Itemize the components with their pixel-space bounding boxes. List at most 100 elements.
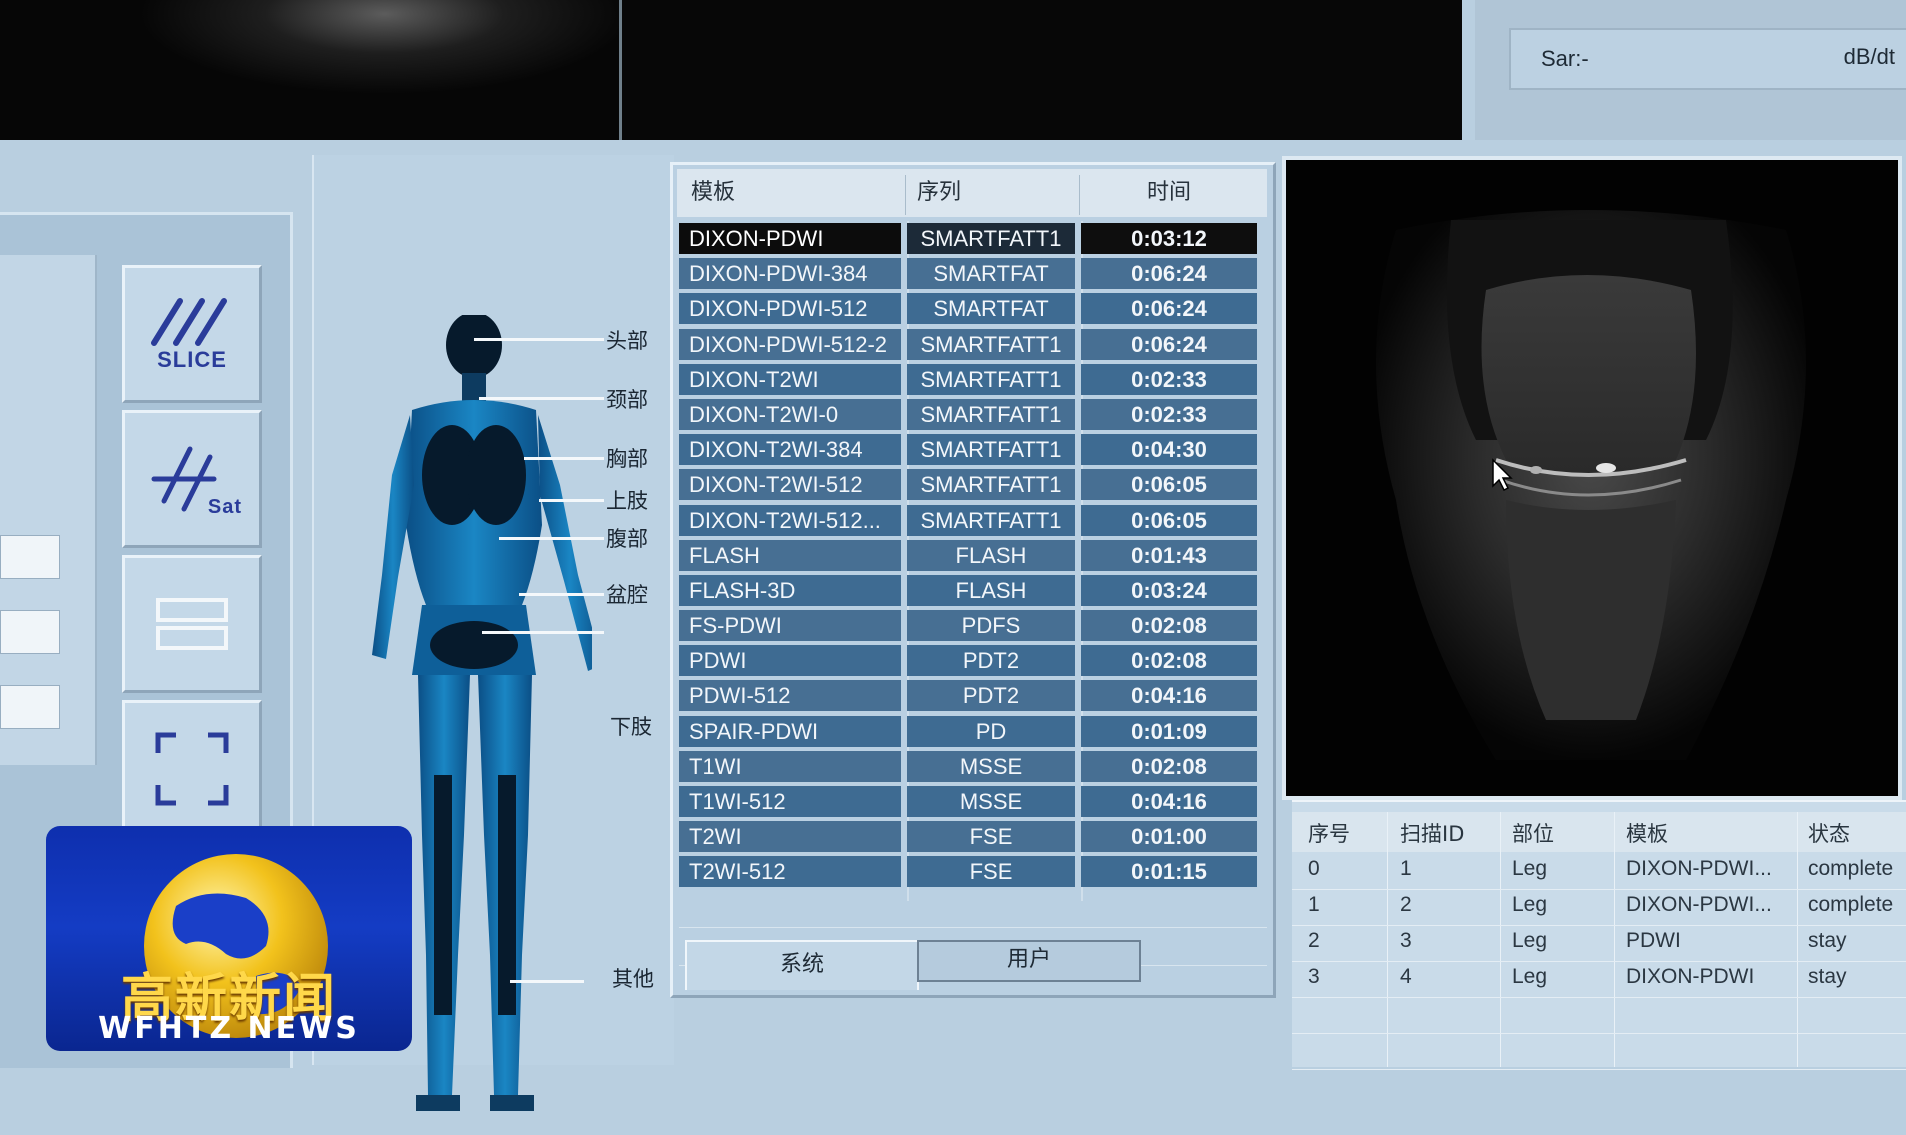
region-label-upper-limb[interactable]: 上肢 bbox=[606, 485, 648, 515]
sequence-cell: SMARTFATT1 bbox=[907, 328, 1075, 360]
region-label-abdomen[interactable]: 腹部 bbox=[606, 523, 648, 553]
protocol-row[interactable]: DIXON-T2WI-0 SMARTFATT1 0:02:33 bbox=[679, 397, 1267, 432]
region-label-pelvis[interactable]: 盆腔 bbox=[606, 579, 648, 609]
scan-list-row[interactable]: 2 3 Leg PDWI stay bbox=[1292, 926, 1906, 962]
protocol-row[interactable]: T2WI FSE 0:01:00 bbox=[679, 819, 1267, 854]
header-divider bbox=[905, 175, 906, 215]
frame-icon bbox=[155, 732, 229, 806]
sequence-cell: FLASH bbox=[907, 574, 1075, 606]
scan-header-scan-id[interactable]: 扫描ID bbox=[1400, 818, 1464, 848]
time-cell: 0:06:24 bbox=[1081, 258, 1257, 290]
tab-system[interactable]: 系统 bbox=[685, 940, 919, 990]
protocol-row[interactable]: T1WI MSSE 0:02:08 bbox=[679, 749, 1267, 784]
time-cell: 0:04:16 bbox=[1081, 680, 1257, 712]
protocol-row[interactable]: FLASH-3D FLASH 0:03:24 bbox=[679, 573, 1267, 608]
scan-list-header: 序号 扫描ID 部位 模板 状态 bbox=[1292, 812, 1906, 852]
scan-scan-id-cell: 2 bbox=[1400, 893, 1412, 916]
header-sequence[interactable]: 序列 bbox=[917, 169, 961, 217]
scan-no-cell: 3 bbox=[1308, 965, 1320, 988]
region-label-chest[interactable]: 胸部 bbox=[606, 443, 648, 473]
scan-header-template[interactable]: 模板 bbox=[1626, 818, 1668, 848]
scan-header-region[interactable]: 部位 bbox=[1512, 818, 1554, 848]
protocol-row[interactable]: PDWI-512 PDT2 0:04:16 bbox=[679, 678, 1267, 713]
frame-button[interactable] bbox=[122, 700, 262, 838]
region-pointer-neck bbox=[479, 397, 604, 400]
time-cell: 0:02:33 bbox=[1081, 363, 1257, 395]
scan-list-row[interactable]: 3 4 Leg DIXON-PDWI stay bbox=[1292, 962, 1906, 998]
region-label-other[interactable]: 其他 bbox=[612, 963, 654, 993]
scan-status-cell: complete bbox=[1808, 857, 1894, 880]
top-left-image-viewer[interactable] bbox=[0, 0, 620, 140]
protocol-row[interactable]: DIXON-PDWI SMARTFATT1 0:03:12 bbox=[679, 221, 1267, 256]
scan-list-row[interactable]: 1 2 Leg DIXON-PDWI... complete bbox=[1292, 890, 1906, 926]
scan-header-status[interactable]: 状态 bbox=[1808, 818, 1850, 848]
protocol-row[interactable]: DIXON-PDWI-512 SMARTFAT 0:06:24 bbox=[679, 291, 1267, 326]
scan-status-cell: stay bbox=[1808, 929, 1847, 952]
protocol-row[interactable]: DIXON-PDWI-384 SMARTFAT 0:06:24 bbox=[679, 256, 1267, 291]
top-middle-image-viewer[interactable] bbox=[622, 0, 1462, 140]
mri-image-viewer[interactable] bbox=[1282, 156, 1902, 800]
option-tab-1[interactable] bbox=[0, 535, 60, 579]
template-cell: FS-PDWI bbox=[679, 610, 901, 642]
sequence-cell: SMARTFATT1 bbox=[907, 398, 1075, 430]
time-cell: 0:02:33 bbox=[1081, 398, 1257, 430]
sequence-cell: FLASH bbox=[907, 539, 1075, 571]
protocol-row[interactable]: T2WI-512 FSE 0:01:15 bbox=[679, 854, 1267, 889]
scan-template-cell: PDWI bbox=[1626, 929, 1681, 952]
protocol-row[interactable]: DIXON-T2WI-384 SMARTFATT1 0:04:30 bbox=[679, 432, 1267, 467]
sat-icon: Sat bbox=[142, 439, 242, 519]
time-cell: 0:01:15 bbox=[1081, 856, 1257, 888]
protocol-row[interactable]: FLASH FLASH 0:01:43 bbox=[679, 538, 1267, 573]
sequence-cell: SMARTFATT1 bbox=[907, 469, 1075, 501]
time-cell: 0:06:05 bbox=[1081, 469, 1257, 501]
template-cell: FLASH bbox=[679, 539, 901, 571]
template-cell: DIXON-T2WI-512... bbox=[679, 504, 901, 536]
protocol-row[interactable]: PDWI PDT2 0:02:08 bbox=[679, 643, 1267, 678]
template-cell: DIXON-T2WI-512 bbox=[679, 469, 901, 501]
template-cell: DIXON-PDWI-384 bbox=[679, 258, 901, 290]
time-cell: 0:01:00 bbox=[1081, 821, 1257, 853]
scan-list-row[interactable]: 0 1 Leg DIXON-PDWI... complete bbox=[1292, 854, 1906, 890]
protocol-row[interactable]: T1WI-512 MSSE 0:04:16 bbox=[679, 784, 1267, 819]
template-cell: T2WI bbox=[679, 821, 901, 853]
time-cell: 0:02:08 bbox=[1081, 750, 1257, 782]
slice-button[interactable]: SLICE bbox=[122, 265, 262, 403]
template-cell: DIXON-T2WI-384 bbox=[679, 434, 901, 466]
header-divider bbox=[1079, 175, 1080, 215]
protocol-row[interactable]: DIXON-T2WI-512 SMARTFATT1 0:06:05 bbox=[679, 467, 1267, 502]
sequence-cell: SMARTFATT1 bbox=[907, 363, 1075, 395]
template-cell: T2WI-512 bbox=[679, 856, 901, 888]
sequence-cell: MSSE bbox=[907, 750, 1075, 782]
option-tab-2[interactable] bbox=[0, 610, 60, 654]
protocol-row[interactable]: DIXON-PDWI-512-2 SMARTFATT1 0:06:24 bbox=[679, 327, 1267, 362]
sat-button[interactable]: Sat bbox=[122, 410, 262, 548]
sequence-cell: PDT2 bbox=[907, 680, 1075, 712]
protocol-row[interactable]: DIXON-T2WI-512... SMARTFATT1 0:06:05 bbox=[679, 503, 1267, 538]
option-tab-3[interactable] bbox=[0, 685, 60, 729]
protocol-row[interactable]: DIXON-T2WI SMARTFATT1 0:02:33 bbox=[679, 362, 1267, 397]
tab-user[interactable]: 用户 bbox=[917, 940, 1141, 982]
sequence-cell: SMARTFATT1 bbox=[907, 434, 1075, 466]
empty-scan-row bbox=[1292, 998, 1906, 1034]
region-label-neck[interactable]: 颈部 bbox=[606, 384, 648, 414]
mouse-pointer-icon bbox=[1492, 458, 1513, 492]
header-template[interactable]: 模板 bbox=[691, 169, 735, 217]
protocol-row[interactable]: FS-PDWI PDFS 0:02:08 bbox=[679, 608, 1267, 643]
stack-button[interactable] bbox=[122, 555, 262, 693]
region-label-head[interactable]: 头部 bbox=[606, 325, 648, 355]
protocol-row[interactable]: SPAIR-PDWI PD 0:01:09 bbox=[679, 714, 1267, 749]
header-time[interactable]: 时间 bbox=[1147, 169, 1191, 217]
scan-region-cell: Leg bbox=[1512, 893, 1548, 916]
template-cell: DIXON-PDWI-512-2 bbox=[679, 328, 901, 360]
scan-scan-id-cell: 3 bbox=[1400, 929, 1412, 952]
sequence-cell: SMARTFATT1 bbox=[907, 223, 1075, 254]
template-cell: PDWI-512 bbox=[679, 680, 901, 712]
scan-header-no[interactable]: 序号 bbox=[1308, 818, 1350, 848]
sequence-cell: MSSE bbox=[907, 786, 1075, 817]
time-cell: 0:06:24 bbox=[1081, 328, 1257, 360]
scan-no-cell: 1 bbox=[1308, 893, 1320, 916]
scan-status-cell: stay bbox=[1808, 965, 1847, 988]
region-label-lower-limb[interactable]: 下肢 bbox=[610, 711, 652, 741]
template-cell: T1WI-512 bbox=[679, 786, 901, 817]
sar-panel: Sar:- dB/dt bbox=[1475, 0, 1906, 140]
